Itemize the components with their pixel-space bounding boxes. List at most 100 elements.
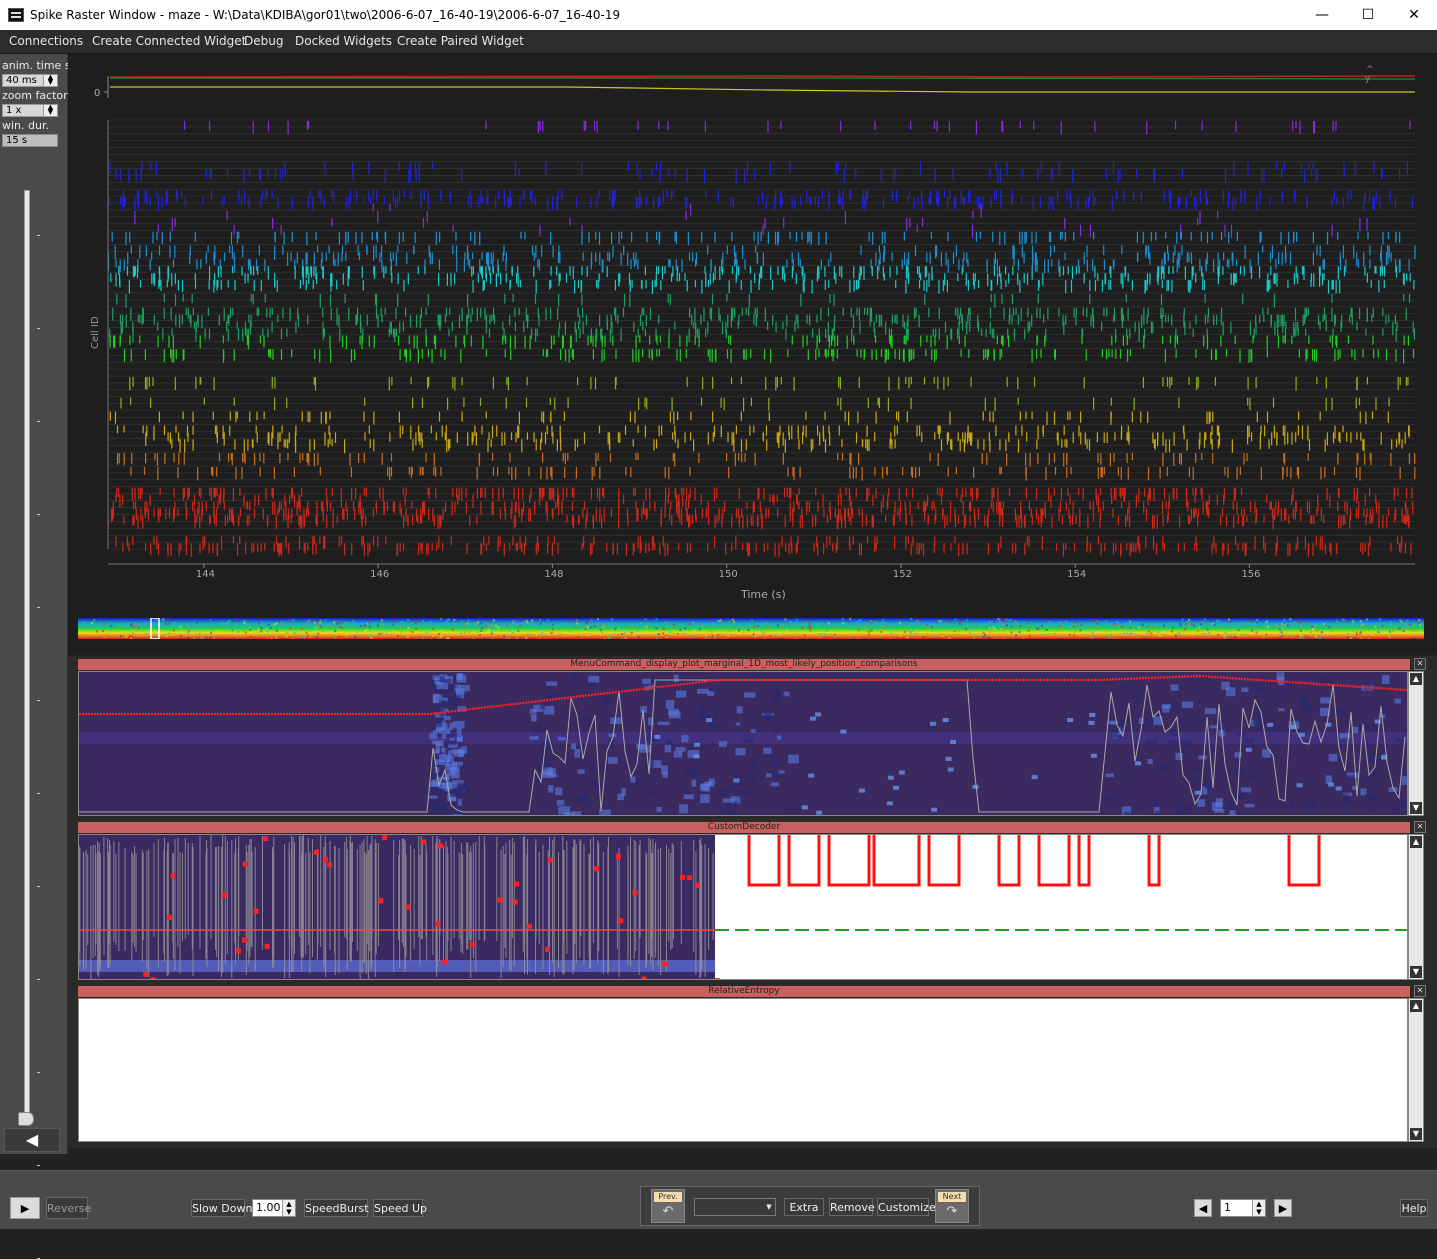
spike-row <box>130 377 1408 391</box>
scroll-down-icon[interactable]: ▼ <box>1410 966 1422 978</box>
close-button[interactable]: ✕ <box>1391 0 1437 30</box>
zoom-factor-spinbox[interactable]: 1 x ▲▼ <box>2 104 58 117</box>
timeline-slider-track[interactable] <box>24 190 30 1122</box>
jump-toolbar: Prev. ↶ ▼ Extra Remove Customize Next ↷ <box>640 1186 980 1226</box>
spin-arrows-icon[interactable]: ▲▼ <box>282 1200 295 1216</box>
spin-arrows-icon[interactable]: ▲▼ <box>43 105 57 116</box>
next-label: Next <box>938 1192 966 1202</box>
play-button[interactable]: ▶ <box>10 1197 40 1219</box>
timeline-slider-handle[interactable] <box>18 1112 34 1126</box>
customize-button[interactable]: Customize <box>877 1198 929 1216</box>
custom-decoder-canvas[interactable] <box>79 835 1407 979</box>
remove-button[interactable]: Remove <box>829 1198 873 1216</box>
menu-debug[interactable]: Debug <box>244 34 283 48</box>
spike-row <box>123 543 1411 557</box>
spectrogram-canvas[interactable] <box>78 618 1424 639</box>
chevron-down-icon[interactable]: ▼ <box>763 1199 775 1215</box>
menu-docked-widgets[interactable]: Docked Widgets <box>295 34 392 48</box>
top-trace-plot: 0 ^ y <box>94 65 1415 99</box>
page-next-button[interactable]: ▶ <box>1274 1199 1292 1217</box>
win-dur-label: win. dur. <box>2 119 49 132</box>
spike-row <box>110 412 1388 426</box>
menu-create-paired-widget[interactable]: Create Paired Widget <box>397 34 524 48</box>
anim-time-value: 40 ms <box>6 75 37 86</box>
slider-tick <box>37 607 40 608</box>
spike-row <box>172 439 1402 453</box>
spike-row <box>131 467 1415 481</box>
prev-arrow-icon: ↶ <box>656 1204 680 1220</box>
raster-grid <box>108 120 1415 549</box>
slider-tick <box>37 793 40 794</box>
spike-row <box>135 211 1218 224</box>
dock-scrollbar-3[interactable]: ▲ ▼ <box>1408 998 1424 1142</box>
spike-raster-plot[interactable]: 0 ^ y Cell ID 144146148150152154156 Time… <box>68 54 1437 654</box>
spectrogram-strip[interactable] <box>78 618 1424 639</box>
spike-row <box>121 322 1413 336</box>
spin-arrows-icon[interactable]: ▲▼ <box>1252 1200 1265 1216</box>
decoder-red-trace <box>789 835 819 885</box>
decoder-red-trace <box>829 835 869 885</box>
slow-down-button[interactable]: Slow Down <box>191 1199 245 1217</box>
dock-close-icon[interactable]: ✕ <box>1414 985 1426 997</box>
slider-tick <box>37 1165 40 1166</box>
next-button[interactable]: Next ↷ <box>935 1189 969 1223</box>
prev-button[interactable]: Prev. ↶ <box>651 1189 685 1223</box>
decoder-red-trace <box>1149 835 1159 885</box>
decoder-red-trace <box>1079 835 1089 885</box>
dock-title-custom-decoder[interactable]: CustomDecoder <box>78 822 1410 833</box>
dock-title-relative-entropy[interactable]: RelativeEntropy <box>78 986 1410 997</box>
speed-burst-button[interactable]: SpeedBurst <box>304 1199 368 1217</box>
scroll-up-icon[interactable]: ▲ <box>1410 836 1422 848</box>
scroll-down-icon[interactable]: ▼ <box>1410 802 1422 814</box>
dock-close-icon[interactable]: ✕ <box>1414 821 1426 833</box>
raster-canvas[interactable]: 0 ^ y Cell ID 144146148150152154156 Time… <box>68 54 1437 654</box>
scroll-up-icon[interactable]: ▲ <box>1410 673 1422 685</box>
speed-value: 1.00 <box>256 1201 281 1214</box>
custom-decoder-plot[interactable] <box>78 834 1408 980</box>
decoder-red-trace <box>1289 835 1319 885</box>
raster-x-label: Time (s) <box>740 588 786 601</box>
marginal-canvas[interactable] <box>79 672 1407 815</box>
minimize-button[interactable]: — <box>1299 0 1345 30</box>
step-back-button[interactable]: ◀ <box>4 1128 60 1152</box>
spike-row <box>117 294 1410 308</box>
decoder-red-trace <box>999 835 1019 885</box>
app-icon <box>8 8 24 22</box>
spike-row <box>120 280 1414 294</box>
spin-arrows-icon[interactable]: ▲▼ <box>43 75 57 86</box>
win-dur-field[interactable]: 15 s <box>2 134 58 147</box>
jump-combobox[interactable]: ▼ <box>694 1198 776 1216</box>
dock-scrollbar-1[interactable]: ▲ ▼ <box>1408 671 1424 816</box>
dock-scrollbar-2[interactable]: ▲ ▼ <box>1408 834 1424 980</box>
window-title: Spike Raster Window - maze - W:\Data\KDI… <box>30 8 620 22</box>
spike-row <box>110 329 1415 343</box>
spike-row <box>373 204 981 218</box>
menu-bar: Connections Create Connected Widget Debu… <box>0 30 1437 54</box>
scroll-down-icon[interactable]: ▼ <box>1410 1128 1422 1140</box>
x-tick-label: 146 <box>370 569 389 580</box>
page-prev-button[interactable]: ◀ <box>1194 1199 1212 1217</box>
spike-row <box>108 515 1409 529</box>
next-arrow-icon: ↷ <box>940 1204 964 1220</box>
title-bar: Spike Raster Window - maze - W:\Data\KDI… <box>0 0 1437 30</box>
extra-button[interactable]: Extra <box>784 1198 824 1216</box>
help-button[interactable]: Help <box>1400 1199 1428 1217</box>
top-axis-zero: 0 <box>94 88 100 99</box>
maximize-button[interactable]: ☐ <box>1345 0 1391 30</box>
marginal-plot[interactable] <box>78 671 1408 816</box>
speed-up-button[interactable]: Speed Up <box>373 1199 423 1217</box>
menu-create-connected-widget[interactable]: Create Connected Widget <box>92 34 246 48</box>
reverse-button[interactable]: Reverse <box>46 1197 88 1219</box>
relative-entropy-plot[interactable] <box>78 998 1408 1142</box>
speed-spinbox[interactable]: 1.00 ▲▼ <box>252 1199 296 1217</box>
menu-connections[interactable]: Connections <box>9 34 83 48</box>
dock-close-icon[interactable]: ✕ <box>1414 658 1426 670</box>
left-control-panel: anim. time s 40 ms ▲▼ zoom factor 1 x ▲▼… <box>0 54 68 1154</box>
slider-tick <box>37 421 40 422</box>
zoom-factor-label: zoom factor <box>2 89 68 102</box>
anim-time-spinbox[interactable]: 40 ms ▲▼ <box>2 74 58 87</box>
raster-y-label: Cell ID <box>90 316 101 349</box>
scroll-up-icon[interactable]: ▲ <box>1410 1000 1422 1012</box>
page-spinbox[interactable]: 1 ▲▼ <box>1220 1199 1266 1217</box>
dock-title-marginal[interactable]: MenuCommand_display_plot_marginal_1D_mos… <box>78 659 1410 670</box>
